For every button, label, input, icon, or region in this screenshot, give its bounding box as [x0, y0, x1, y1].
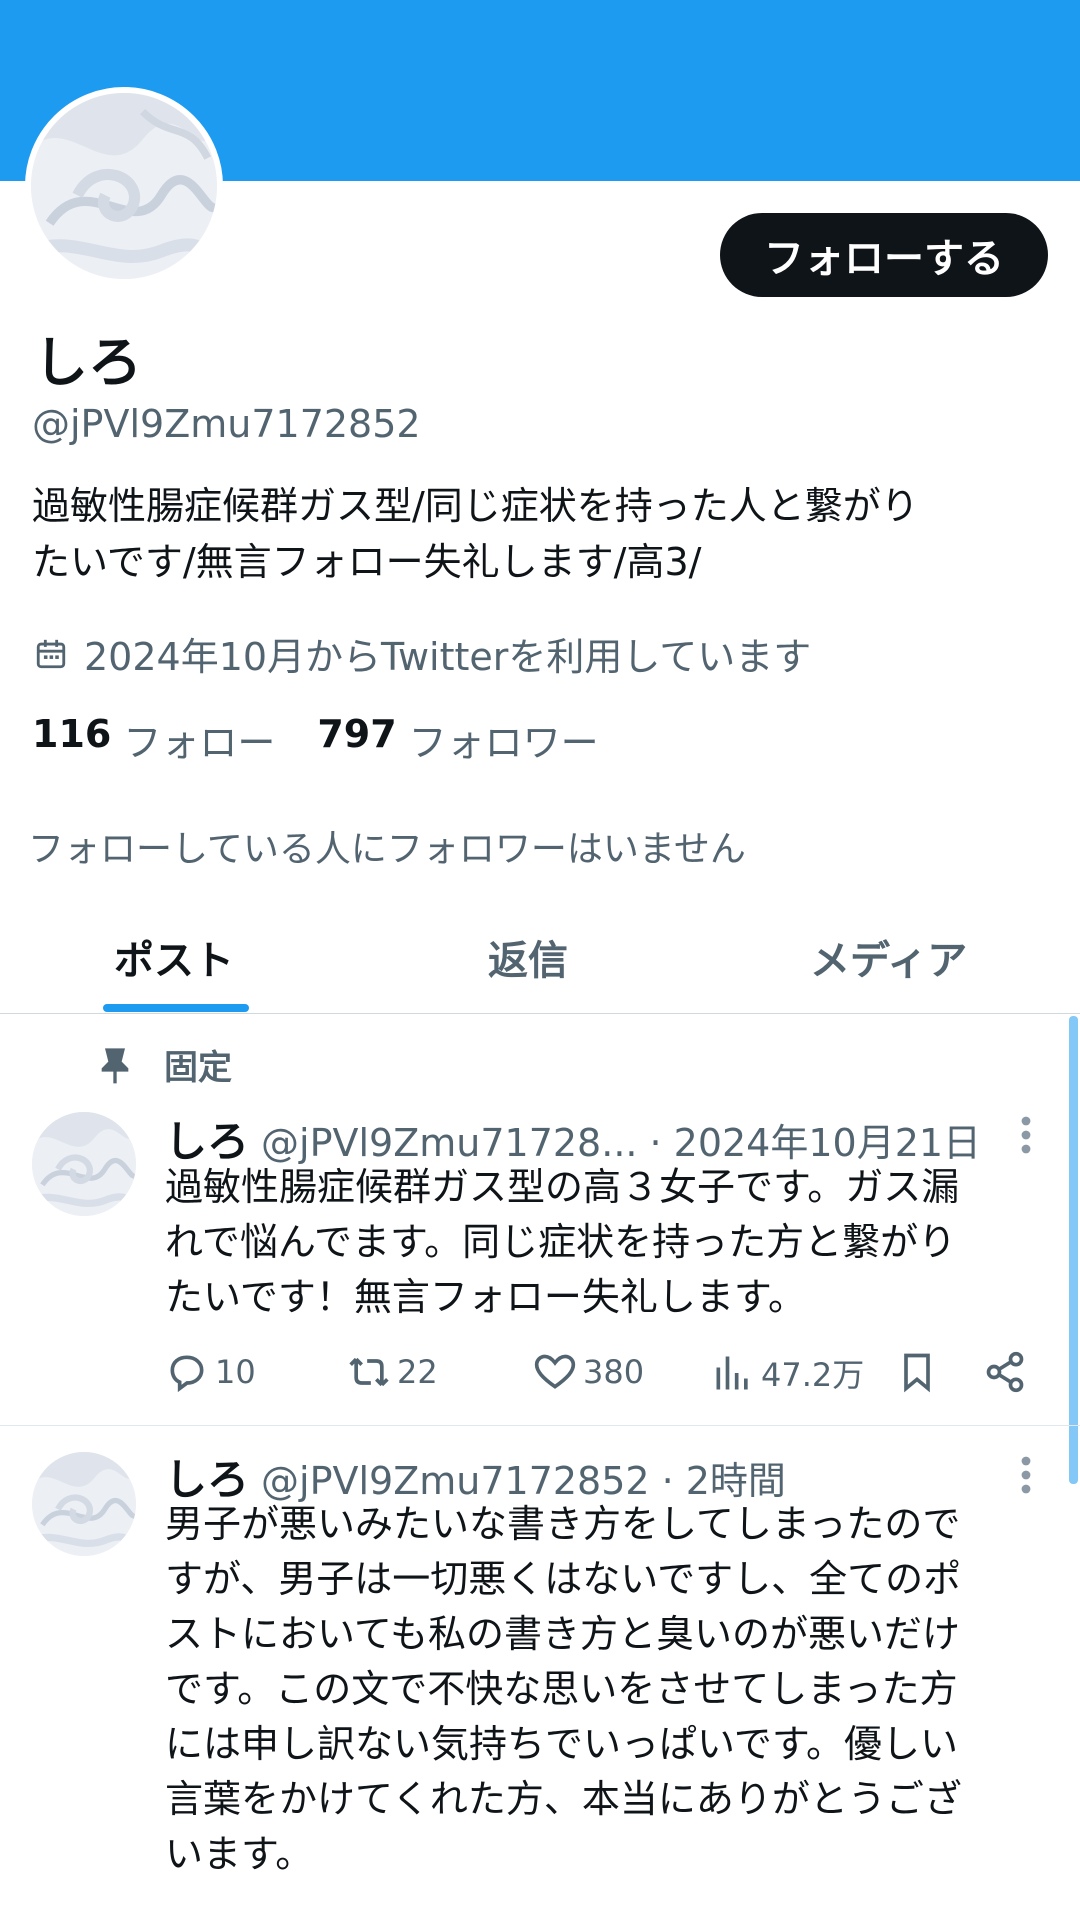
active-tab-indicator: [103, 1004, 249, 1012]
post-line: れで悩んでます。同じ症状を持った方と繋がり: [165, 1220, 957, 1264]
marble-avatar-image: [31, 93, 217, 279]
post-author-handle[interactable]: @jPVl9Zmu71728...: [261, 1121, 637, 1165]
share-icon: [986, 1351, 1024, 1393]
bookmark-button[interactable]: [895, 1350, 945, 1394]
following-count[interactable]: 116: [32, 712, 111, 767]
views-chart-icon: [716, 1356, 748, 1390]
bookmark-icon: [904, 1353, 930, 1393]
post-text: 過敏性腸症候群ガス型の高３女子です。ガス漏 れで悩んでます。同じ症状を持った方と…: [165, 1160, 1050, 1325]
like-count: 380: [583, 1353, 645, 1391]
follow-button[interactable]: フォローする: [720, 213, 1048, 297]
tab-replies[interactable]: 返信: [488, 928, 568, 986]
post-actions: 10 22 380 47.2万: [165, 1350, 1045, 1400]
profile-display-name: しろ: [34, 331, 142, 394]
post-avatar[interactable]: [32, 1112, 136, 1216]
marble-avatar-image: [32, 1112, 136, 1216]
post-line: 過敏性腸症候群ガス型の高３女子です。ガス漏: [165, 1165, 960, 1209]
views-count: 47.2万: [761, 1356, 865, 1394]
post-line: います。: [165, 1832, 314, 1876]
pinned-text: 固定: [164, 1048, 232, 1088]
more-options-icon[interactable]: [1018, 1115, 1034, 1155]
followers-label[interactable]: フォロワー: [409, 712, 599, 767]
repost-icon: [349, 1357, 389, 1387]
profile-handle: @jPVl9Zmu7172852: [32, 402, 421, 446]
bio-line: 過敏性腸症候群ガス型/同じ症状を持った人と繋がり: [32, 484, 919, 528]
post-avatar[interactable]: [32, 1452, 136, 1556]
post-text: 男子が悪いみたいな書き方をしてしまったので すが、男子は一切悪くはないですし、全…: [165, 1497, 1050, 1882]
share-button[interactable]: [983, 1350, 1033, 1394]
tab-posts[interactable]: ポスト: [114, 928, 234, 986]
post-line: 男子が悪いみたいな書き方をしてしまったので: [165, 1502, 961, 1546]
followers-count[interactable]: 797: [317, 712, 396, 767]
marble-avatar-image: [32, 1452, 136, 1556]
reply-count: 10: [215, 1353, 256, 1391]
joined-text: 2024年10月からTwitterを利用しています: [84, 635, 812, 679]
profile-bio: 過敏性腸症候群ガス型/同じ症状を持った人と繋がり たいです/無言フォロー失礼しま…: [32, 478, 1052, 590]
post-divider: [0, 1425, 1080, 1426]
reply-button[interactable]: 10: [165, 1350, 256, 1394]
post-line: です。この文で不快な思いをさせてしまった方: [165, 1667, 958, 1711]
pinned-label: 固定: [98, 1040, 232, 1089]
post-line: には申し訳ない気持ちでいっぱいです。優しい: [165, 1722, 959, 1766]
no-common-followers: フォローしている人にフォロワーはいません: [28, 829, 746, 870]
post-line: すが、男子は一切悪くはないですし、全てのポ: [165, 1557, 962, 1601]
more-options-icon[interactable]: [1018, 1455, 1034, 1495]
like-button[interactable]: 380: [533, 1350, 644, 1394]
post-line: 言葉をかけてくれた方、本当にありがとうござ: [165, 1777, 962, 1821]
joined-date: 2024年10月からTwitterを利用しています: [34, 626, 811, 681]
calendar-icon: [36, 639, 66, 668]
pin-icon: [101, 1047, 129, 1083]
views-button[interactable]: 47.2万: [711, 1350, 864, 1396]
scrollbar[interactable]: [1069, 1016, 1078, 1484]
profile-tabs: ポスト 返信 メディア: [0, 900, 1080, 1014]
bio-line: たいです/無言フォロー失礼します/高3/: [32, 540, 702, 584]
repost-button[interactable]: 22: [347, 1350, 438, 1394]
profile-avatar[interactable]: [25, 87, 223, 285]
post-timestamp[interactable]: · 2024年10月21日: [649, 1112, 981, 1167]
tab-media[interactable]: メディア: [810, 928, 967, 986]
following-label[interactable]: フォロー: [123, 712, 275, 767]
repost-count: 22: [397, 1353, 438, 1391]
heart-icon: [534, 1354, 576, 1389]
post-line: たいです！無言フォロー失礼します。: [165, 1275, 807, 1319]
post-line: ストにおいても私の書き方と臭いのが悪いだけ: [165, 1612, 960, 1656]
reply-icon: [170, 1355, 204, 1393]
follow-stats: 116 フォロー 797 フォロワー: [32, 712, 641, 767]
